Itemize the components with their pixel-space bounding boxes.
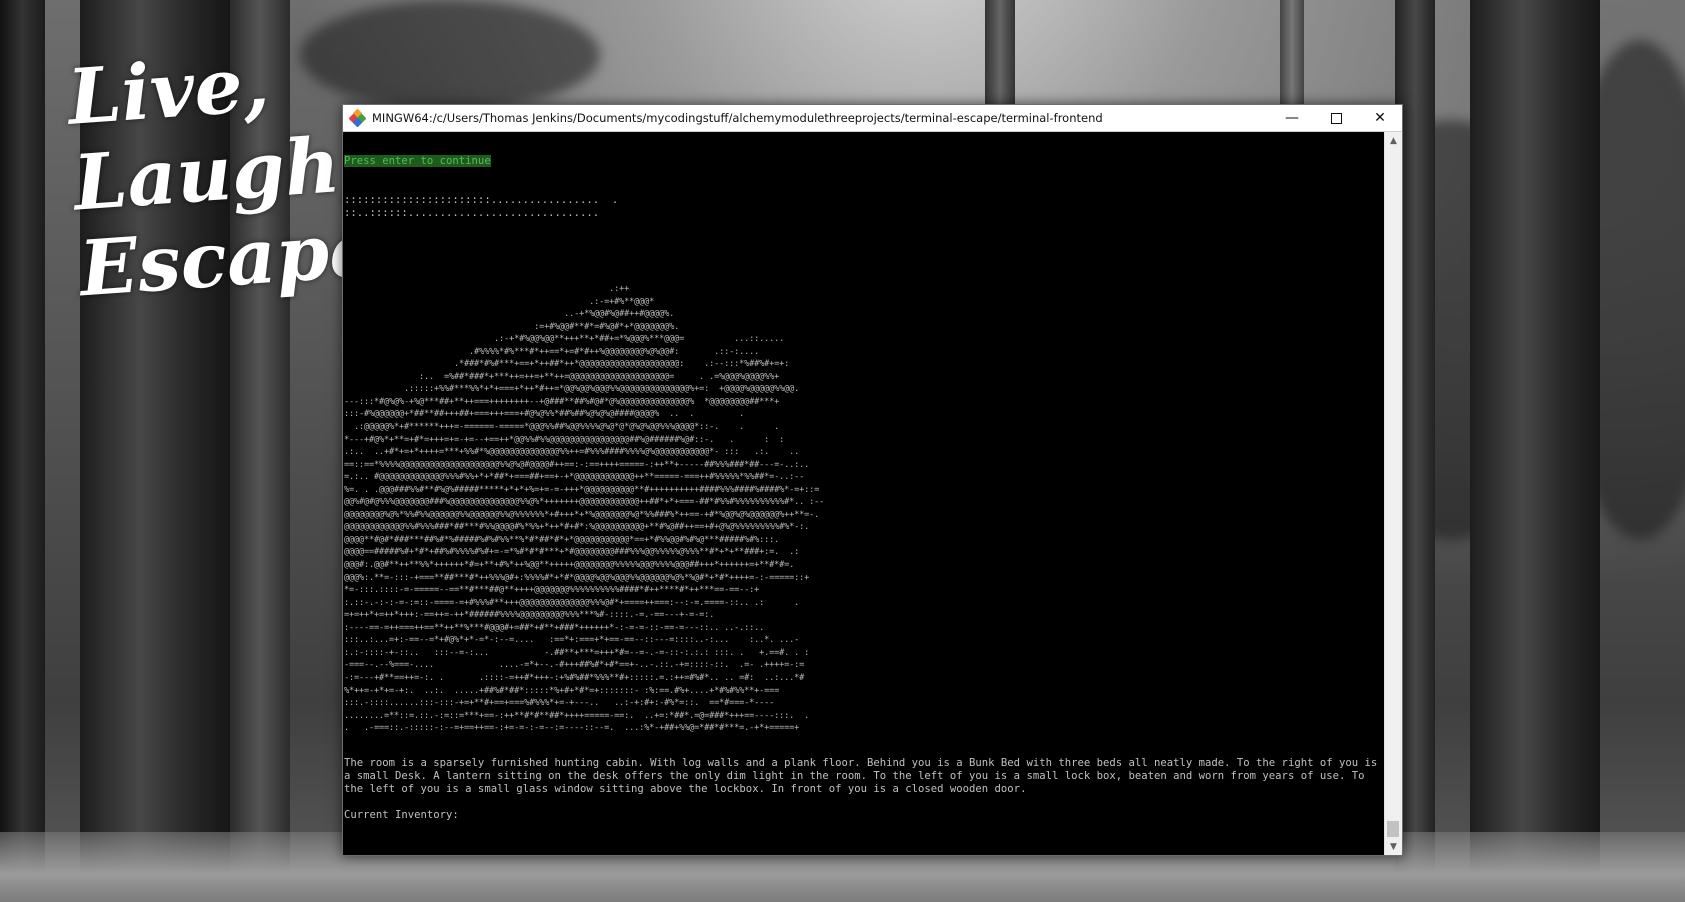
ascii-art-line: *---+#@%*+**=+#*=+++=+=-+=--+==++*@@%%#%… xyxy=(344,434,785,445)
ascii-art-line: .:::::+%%#***%%*+*+===+*++*#++=*@@%@@%@@… xyxy=(344,384,800,395)
ascii-art-line: @@@%:.**=-:::-+===**##***#*++%%%@#+:%%%%… xyxy=(344,572,810,583)
ascii-art-line: .*###*#%#***+==+*++##*++*@@@@@@@@@@@@@@@… xyxy=(344,359,790,370)
close-icon: ✕ xyxy=(1374,110,1386,126)
maximize-icon xyxy=(1330,112,1342,124)
ascii-art-line: ---:::*#@%@%-+%@***##+**++===++++++++--+… xyxy=(344,396,780,407)
ascii-art-line: :.::-.-:-:-=-:=::-====-=+#%%%#**+++@@@@@… xyxy=(344,597,800,608)
ascii-art-line: %*++=-+*+=-+:. ..:. .....+##%#*##*:::::*… xyxy=(344,685,780,696)
git-bash-icon xyxy=(348,108,367,128)
ascii-art-line: . .-===::.-:::::-:--=+==++==-:+=-=-:-=--… xyxy=(344,723,800,734)
window-titlebar[interactable]: MINGW64:/c/Users/Thomas Jenkins/Document… xyxy=(343,105,1402,132)
ascii-art-line: @@@@@@@@%@%*%%#%%@@@@@@%%@@@@@@%%@%%%%%%… xyxy=(344,509,820,520)
ascii-art-line: .:++ xyxy=(344,284,630,294)
ascii-art-line: :::..:...=+:-==--=*+#@%*+*-=*-:--=.... :… xyxy=(344,635,800,646)
ascii-art-line: .:-+*#%@@%@@**+++**+*##+=*%@@@%***@@@= .… xyxy=(344,334,785,345)
ascii-art-line: %=. . .@@@###%%#**#%@%#####*****+*+*+%=+… xyxy=(344,484,820,495)
ascii-art-line: :.. =%##*###*+***++=++=+**++=@@@@@@@@@@@… xyxy=(344,371,780,382)
ascii-art-line: :.:-::::-+-::.. :::--=-:... -.##**+***=+… xyxy=(344,647,810,658)
ascii-art-line: .:-=+#%**@@@* xyxy=(344,296,655,307)
vertical-scrollbar[interactable]: ▲ ▼ xyxy=(1384,132,1402,855)
ascii-art-line: .#%%%%*#%***#*++==*+=#*#++%@@@@@@@@%@%@@… xyxy=(344,346,760,357)
loading-line-2: ::..::::::.............................. xyxy=(344,207,600,219)
ascii-art-line: :::-#%@@@@@@+*##**##+++##+===+++===+#@%@… xyxy=(344,409,745,420)
ascii-art-line: .:@@@@@%*+#******+++=-======-=====*@@@%%… xyxy=(344,422,780,433)
scroll-down-arrow-icon[interactable]: ▼ xyxy=(1385,838,1402,855)
ascii-art-line: @@@#:.@@#**++**%%*++++++*#=+**+#%*++%@@*… xyxy=(344,560,795,571)
minimize-icon: — xyxy=(1285,110,1299,126)
terminal-output[interactable]: Press enter to continue ::::::::::::::::… xyxy=(343,132,1385,855)
ascii-art-line: -:=---+#**==++=-:. . .::::-=++#*+++-:+%#… xyxy=(344,672,805,683)
tagline-line-3: Escape xyxy=(76,203,381,314)
ascii-art-line: @@@@==#####%#+*#*+##%#%%%%#%#+=-=*%#*#*#… xyxy=(344,547,800,558)
ascii-art-line: @@@@@@@@@@@@%%#%%%###*##***#%%@@@@#%*%%+… xyxy=(344,522,810,533)
ascii-art-line: .:.. ..+#*+=+*++++=***+%%#*%@@@@@@@@@@@@… xyxy=(344,447,800,458)
ascii-art-line: :=+#%@@#**#*=#%@#*+*@@@@@@@%. xyxy=(344,321,680,332)
press-enter-prompt: Press enter to continue xyxy=(344,155,491,167)
loading-line-1: :::::::::::::::::::::::.................… xyxy=(344,194,619,206)
wallpaper-tagline: Live, Laugh, Escape xyxy=(65,35,381,314)
ascii-art-line: @@%#@#@%%%@@@@@@@###%@@@@@@@@@@@@@@%%@%*… xyxy=(344,497,825,508)
ascii-art-line: ==::==*%%%%@@@@@@@@@@@@@@@@@@@@%%@%@#@@@… xyxy=(344,459,810,470)
ascii-art-line: -===--.--%===-.... ....-=*+--.-#+++##%#*… xyxy=(344,660,805,671)
ascii-art-line: :::.-::::......:::-:::-+=+**#+==+===%#%%… xyxy=(344,698,775,709)
ascii-art-line: *=-:::.::::-=-=====--==**#***##@**++++@@… xyxy=(344,585,760,596)
window-title: MINGW64:/c/Users/Thomas Jenkins/Document… xyxy=(372,111,1103,125)
scroll-up-arrow-icon[interactable]: ▲ xyxy=(1385,132,1402,149)
maximize-button[interactable] xyxy=(1314,105,1358,131)
minimize-button[interactable]: — xyxy=(1270,105,1314,131)
ascii-art-line: ........=**::=.::.-:=::=***+==-:++**#*#*… xyxy=(344,710,810,721)
close-button[interactable]: ✕ xyxy=(1358,105,1402,131)
room-description: The room is a sparsely furnished hunting… xyxy=(344,756,1384,795)
ascii-art-line: ..-+*%@@#%@##++#@@@@%. xyxy=(344,309,675,320)
inventory-label: Current Inventory: xyxy=(344,808,459,821)
cabin-ascii-art: .:++ .:-=+#%**@@@* ..-+*%@@#%@##++#@@@@%… xyxy=(343,283,1385,735)
ascii-art-line: @@@@**#@#*###***##%#*%#####%#%#%%**%*#*#… xyxy=(344,534,780,545)
scrollbar-thumb[interactable] xyxy=(1387,821,1399,837)
ascii-art-line: =+=++*+=++*+++:-==++=-++*######%%%%@@@@@… xyxy=(344,610,715,621)
ascii-art-line: =.:.. #@@@@@@@@@@@@@%%%#%%+*+*##*+===##+… xyxy=(344,472,805,483)
ascii-art-line: :----==-=++===++==**++**%***#@@@#+=##*+#… xyxy=(344,622,765,633)
terminal-window[interactable]: MINGW64:/c/Users/Thomas Jenkins/Document… xyxy=(342,104,1403,856)
